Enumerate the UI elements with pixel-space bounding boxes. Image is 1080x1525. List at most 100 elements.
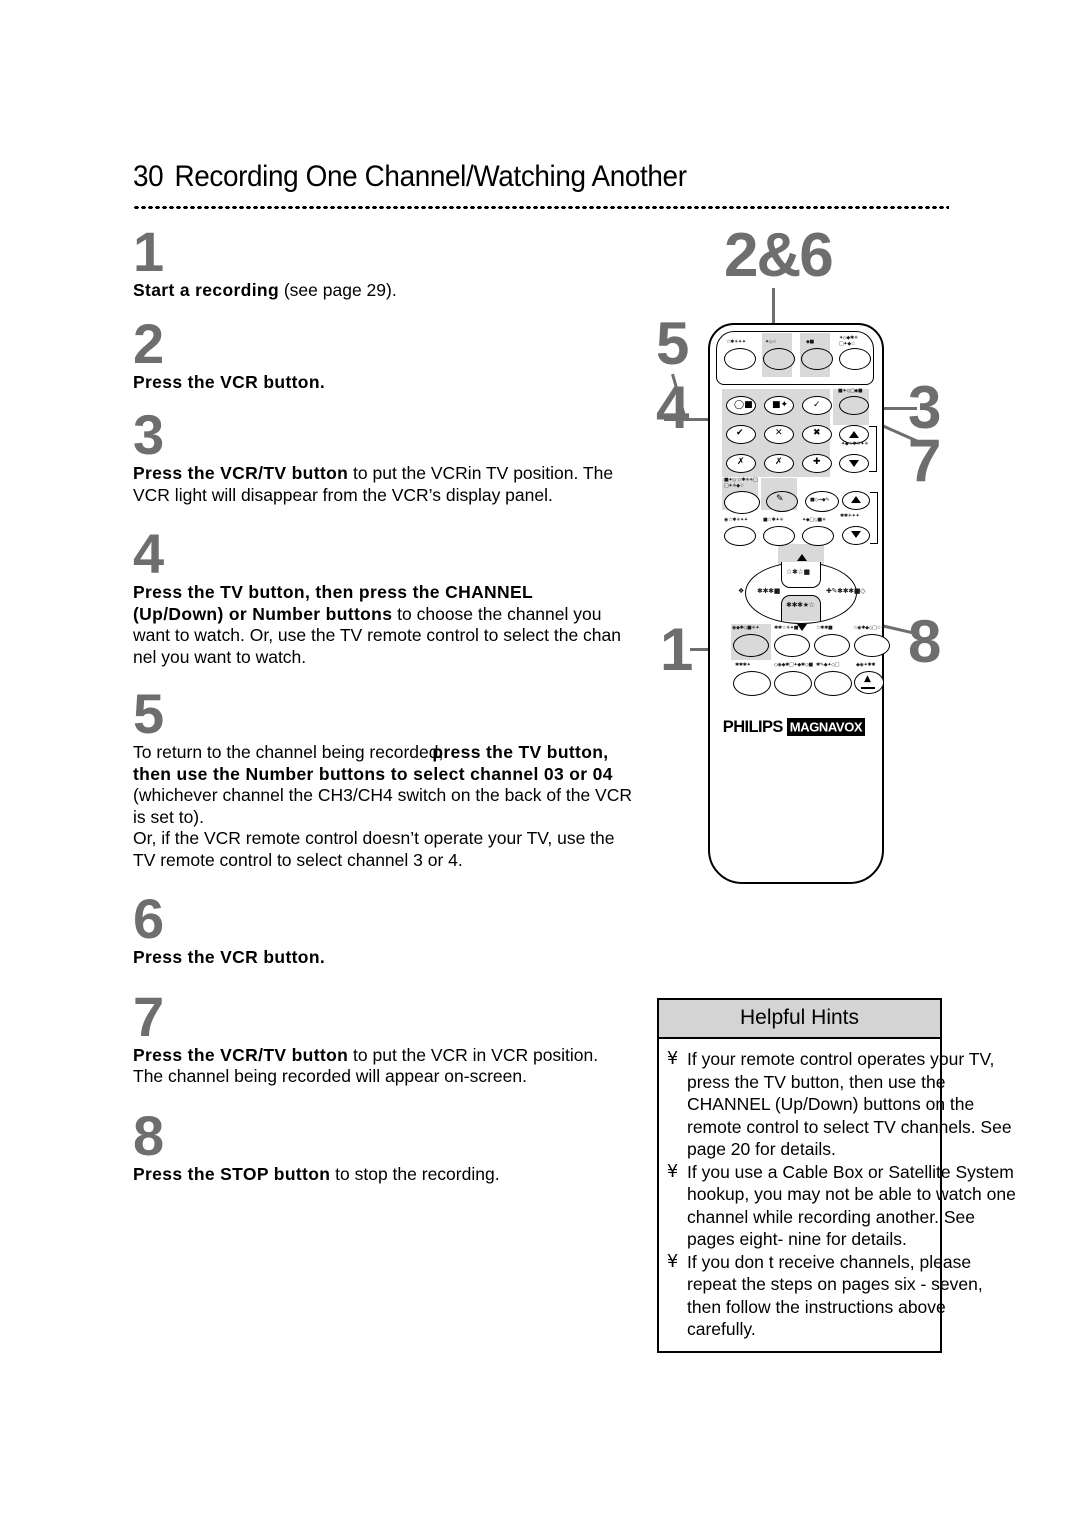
step-text: Press the STOP button to stop the record… [133,1164,673,1186]
step-text: Start a recording (see page 29). [133,280,673,302]
remote-button-b4[interactable] [854,634,890,657]
brand-magnavox: MAGNAVOX [786,717,866,736]
step-text-line: (Up/Down) or Number buttons to choose th… [133,604,673,626]
page-title-text: Recording One Channel/Watching Another [174,160,687,193]
step-number: 2 [133,311,164,375]
step-6: 6 Press the VCR button. [133,887,673,969]
step-number: 5 [133,682,164,745]
hint-bullet-icon: ¥ [667,1049,679,1069]
text-run: Press the VCR button. [133,947,326,967]
text-run: to stop the recording. [330,1163,500,1184]
step-text: Press the VCR/TV button to put the VCRin… [133,463,673,506]
callout-1: 1 [660,616,693,683]
text-run: TV remote control to select channel 3 or… [133,849,463,870]
hint-text: If you don t receive channels, please re… [687,1251,983,1340]
step-1: 1 Start a recording (see page 29). [133,220,673,302]
remote-button-b3[interactable] [814,634,850,657]
callout-2-and-6: 2&6 [724,221,834,290]
helpful-hints-title: Helpful Hints [659,1000,940,1039]
page-title: 30 Recording One Channel/Watching Another [133,160,687,194]
step-text: To return to the channel being recorded,… [133,742,673,871]
text-run: to choose the channel you [392,603,602,624]
text-run: to put the VCRin TV position. The [348,463,614,483]
remote-button-rew[interactable] [733,671,771,696]
hint-item: ¥ If your remote control operates your TV… [667,1048,1017,1161]
remote-button-b2[interactable] [774,634,810,657]
step-text-line: Press the TV button, then press the CHAN… [133,582,673,604]
hint-item: ¥ If you use a Cable Box or Satellite Sys… [667,1161,1017,1251]
step-2: 2 Press the VCR button. [133,311,673,394]
step-text-line: Press the VCR button. [133,372,673,394]
step-number: 3 [133,403,164,466]
text-run: want to watch. Or, use the TV remote con… [133,625,621,645]
remote-button-r5c2[interactable] [763,526,795,546]
callout-4: 4 [656,374,689,441]
step-number: 4 [133,522,164,585]
remote-button-record[interactable] [733,634,769,657]
steps-list: 1 Start a recording (see page 29). 2 Press … [133,220,673,1186]
step-text: Press the VCR button. [133,372,673,394]
step-text-line: Press the VCR/TV button to put the VCR i… [133,1045,673,1067]
text-run: (see page 29). [278,280,397,300]
remote-button-play[interactable] [774,671,812,696]
hint-bullet-icon: ¥ [667,1161,679,1182]
text-run: Start a recording [133,280,279,300]
channel-bracket [869,426,877,472]
remote-button-menu[interactable] [724,491,760,514]
volume-bracket [870,492,878,544]
helpful-hints-box: Helpful Hints ¥ If your remote control op… [657,998,1016,1353]
step-number: 8 [133,1103,164,1167]
remote-button-vcr-tv[interactable] [839,396,869,415]
manual-page: 30 Recording One Channel/Watching Another… [0,0,1080,1525]
eject-bar-icon [861,687,875,689]
text-run: To return to the channel being recorded, [133,742,444,762]
remote-button-tv[interactable] [801,348,833,370]
step-text-line: Press the STOP button to stop the record… [133,1164,673,1186]
text-run: Or, if the VCR remote control doesn’t op… [133,828,615,848]
hint-item: ¥ If you don t receive channels, please r… [667,1251,1017,1341]
step-5: 5 To return to the channel being recorded… [133,682,673,871]
step-number: 6 [133,887,164,950]
step-text-line: (whichever channel the CH3/CH4 switch on… [133,785,673,807]
step-text-line: Press the VCR/TV button to put the VCRin… [133,463,673,485]
step-text-line: nel you want to watch. [133,647,673,669]
text-run: Press the STOP button [133,1163,331,1184]
volume-up-icon [851,496,861,503]
step-text-line: TV remote control to select channel 3 or… [133,850,673,872]
brand-logo: PHILIPS MAGNAVOX [708,717,880,737]
helpful-hints-body: ¥ If your remote control operates your TV… [659,1039,1016,1351]
brand-philips: PHILIPS [722,718,784,736]
text-run: then use the Number buttons to select ch… [133,763,613,784]
volume-down-icon [851,531,861,538]
remote-button-power[interactable] [724,348,756,370]
hint-text: If you use a Cable Box or Satellite Syst… [687,1161,1016,1250]
step-text-line: Or, if the VCR remote control doesn’t op… [133,828,673,850]
text-run: Press the VCR/TV button [133,463,349,483]
channel-up-icon [849,431,859,438]
page-number: 30 [133,160,164,193]
step-text-line: To return to the channel being recorded,… [133,742,673,764]
text-run: Press the TV button, then press the CHAN… [133,582,534,602]
callout-8: 8 [908,608,941,675]
remote-button-cable[interactable] [839,348,871,370]
text-run: (whichever channel the CH3/CH4 switch on… [133,785,632,805]
step-text-line: The channel being recorded will appear o… [133,1066,673,1088]
text-run: Press the VCR button. [133,371,326,392]
step-7: 7 Press the VCR/TV button to put the VCR … [133,988,673,1088]
step-text-line: want to watch. Or, use the TV remote con… [133,625,673,647]
callout-5: 5 [656,310,689,377]
step-text: Press the TV button, then press the CHAN… [133,582,673,668]
remote-button-r5c1[interactable] [724,526,756,546]
remote-control-illustration: 2&6 5 4 3 7 1 8 ☆✱✳✦✦ ✦◇☆ ◆■ ✦◇◆✱✳ □✦◆☆ … [650,221,980,896]
hint-text: If your remote control operates your TV,… [687,1049,1012,1159]
step-text-line: then use the Number buttons to select ch… [133,764,673,786]
step-number: 1 [133,220,164,283]
step-text: Press the VCR button. [133,947,673,969]
remote-button-r5c3[interactable] [802,526,834,546]
hint-bullet-icon: ¥ [667,1251,679,1272]
title-divider [133,205,949,210]
remote-button-ff[interactable] [814,671,852,696]
step-3: 3 Press the VCR/TV button to put the VCRi… [133,403,673,506]
step-text-line: Press the VCR button. [133,947,673,969]
remote-button-vcr[interactable] [763,348,795,370]
